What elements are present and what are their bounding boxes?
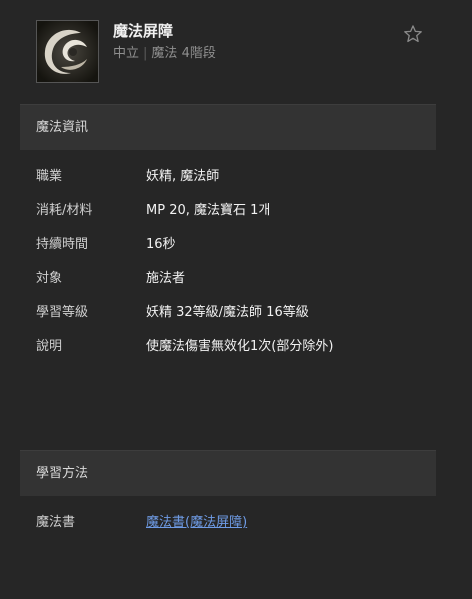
info-label: 持續時間 — [36, 237, 89, 252]
info-value: 16秒 — [146, 237, 176, 252]
category-text: 魔法 — [151, 46, 178, 61]
info-label: 職業 — [36, 169, 63, 184]
learn-label: 魔法書 — [36, 515, 76, 530]
star-outline-icon[interactable] — [402, 23, 424, 45]
learn-method-heading: 學習方法 — [20, 450, 436, 496]
info-label: 対象 — [36, 271, 63, 286]
info-label: 學習等級 — [36, 305, 89, 320]
skill-header: 魔法屏障 中立 | 魔法 4階段 — [0, 0, 472, 104]
spellbook-link[interactable]: 魔法書(魔法屏障) — [146, 514, 247, 532]
skill-title: 魔法屏障 — [113, 22, 174, 40]
info-value: 施法者 — [146, 271, 186, 286]
swirl-skill-icon — [36, 20, 99, 83]
magic-info-heading: 魔法資訊 — [20, 104, 436, 150]
info-label: 消耗/材料 — [36, 203, 93, 218]
alignment-text: 中立 — [113, 46, 140, 61]
tier-text: 4階段 — [181, 46, 216, 61]
subtitle-divider: | — [143, 46, 148, 61]
info-value: 妖精 32等級/魔法師 16等級 — [146, 305, 309, 320]
info-value: MP 20, 魔法寶石 1개 — [146, 203, 271, 218]
info-value: 妖精, 魔法師 — [146, 169, 220, 184]
skill-subtitle: 中立 | 魔法 4階段 — [113, 42, 216, 61]
info-value: 使魔法傷害無效化1次(部分除外) — [146, 339, 334, 354]
info-label: 說明 — [36, 339, 63, 354]
